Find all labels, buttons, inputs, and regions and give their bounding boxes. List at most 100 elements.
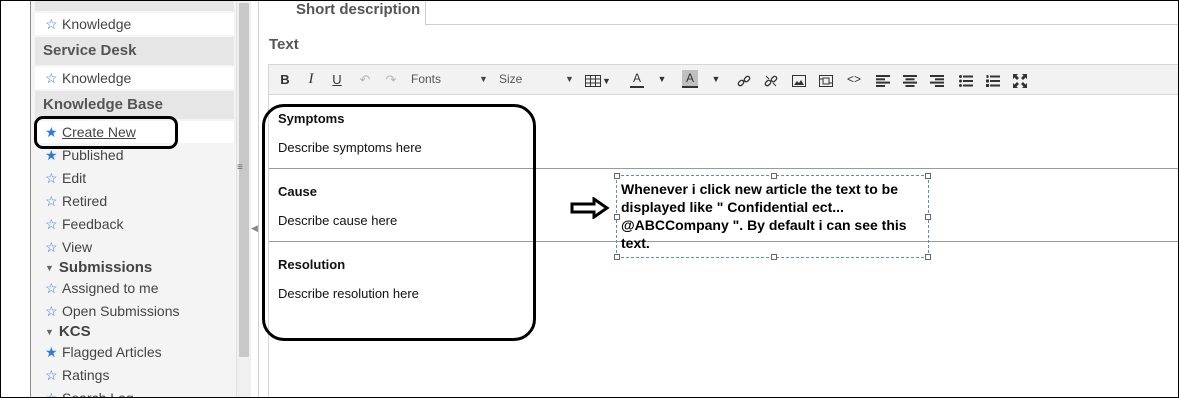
video-glyph-icon — [819, 74, 833, 87]
sidebar-item-label: Knowledge — [62, 16, 132, 32]
sidebar-item-label: Ratings — [62, 367, 110, 383]
align-center-glyph-icon — [903, 74, 917, 87]
sidebar-item-assigned-to-me[interactable]: ☆ Assigned to me — [35, 277, 234, 299]
sidebar-header-knowledge-base: Knowledge Base — [35, 91, 234, 119]
sidebar-item-label: Search Log — [62, 390, 134, 398]
left-gutter — [1, 1, 31, 397]
bold-icon[interactable]: B — [277, 65, 293, 94]
align-right-glyph-icon — [930, 74, 944, 87]
align-center-icon[interactable] — [902, 65, 918, 94]
sidebar-item-search-log[interactable]: ☆ Search Log — [35, 387, 234, 398]
chevron-down-icon[interactable]: ▼ — [656, 65, 668, 94]
resize-handle — [614, 173, 620, 179]
sidebar-header-self-service — [35, 1, 234, 11]
resize-handle — [925, 254, 931, 260]
star-outline-icon: ☆ — [45, 367, 58, 383]
sidebar-scrollbar[interactable] — [236, 1, 251, 397]
fullscreen-icon[interactable] — [1012, 65, 1028, 94]
star-outline-icon: ☆ — [45, 216, 58, 232]
short-description-input[interactable] — [425, 1, 1178, 25]
sidebar-item-label: Retired — [62, 193, 108, 209]
annotation-arrow-icon — [570, 197, 610, 219]
star-filled-icon: ★ — [45, 344, 58, 360]
sidebar-group-submissions[interactable]: ▼ Submissions — [35, 257, 234, 278]
chevron-down-icon[interactable]: ▼ — [710, 65, 722, 94]
align-left-glyph-icon — [876, 74, 890, 87]
sidebar-item-flagged-articles[interactable]: ★ Flagged Articles — [35, 341, 234, 363]
sidebar-item-label: Assigned to me — [62, 280, 159, 296]
numbered-list-icon[interactable] — [985, 65, 1001, 94]
annotation-oval-template-content — [262, 104, 536, 341]
link-glyph-icon — [737, 75, 751, 86]
font-color-icon[interactable]: A — [630, 71, 644, 88]
sidebar-item-open-submissions[interactable]: ☆ Open Submissions — [35, 300, 234, 322]
star-outline-icon: ☆ — [45, 16, 58, 32]
table-icon[interactable]: ▼ — [585, 65, 611, 94]
resize-handle — [771, 254, 777, 260]
collapse-left-icon[interactable]: ◀ — [251, 223, 258, 234]
image-glyph-icon — [792, 74, 806, 87]
unlink-icon[interactable] — [762, 65, 780, 94]
redo-icon[interactable]: ↷ — [383, 65, 399, 94]
caret-down-icon: ▼ — [45, 262, 54, 273]
size-select-value: Size — [499, 72, 523, 86]
annotation-note-box: Whenever i click new article the text to… — [614, 173, 931, 260]
sidebar-group-label: KCS — [58, 323, 91, 340]
sidebar-item-view[interactable]: ☆ View — [35, 236, 234, 258]
undo-icon[interactable]: ↶ — [357, 65, 373, 94]
sidebar-item-label: Published — [62, 147, 124, 163]
sidebar-item-label: Open Submissions — [62, 303, 180, 319]
italic-icon[interactable]: I — [303, 65, 319, 94]
splitter-grip-icon[interactable]: ≡ — [237, 162, 243, 173]
sidebar-group-kcs[interactable]: ▼ KCS — [35, 321, 234, 342]
font-color-swatch — [630, 86, 644, 88]
link-icon[interactable] — [735, 65, 753, 94]
screenshot-frame: ☆ Knowledge Service Desk ☆ Knowledge Knowl… — [0, 0, 1179, 398]
resize-handle — [925, 214, 931, 220]
short-description-label: Short description — [296, 1, 421, 18]
bg-color-glyph: A — [685, 71, 694, 85]
unlink-glyph-icon — [764, 75, 778, 86]
sidebar-nav: ☆ Knowledge Service Desk ☆ Knowledge Knowl… — [31, 1, 237, 398]
fonts-select-value: Fonts — [411, 72, 442, 86]
sidebar-item-edit[interactable]: ☆ Edit — [35, 167, 234, 189]
align-right-icon[interactable] — [929, 65, 945, 94]
sidebar-item-feedback[interactable]: ☆ Feedback — [35, 213, 234, 235]
bg-color-swatch — [682, 86, 698, 88]
align-left-icon[interactable] — [875, 65, 891, 94]
sidebar-item-service-desk-knowledge[interactable]: ☆ Knowledge — [35, 67, 234, 89]
editor-toolbar: B I U ↶ ↷ Fonts ▼ Size ▼ ▼ A ▼ A ▼ <> — [268, 64, 1178, 95]
sidebar-item-ratings[interactable]: ☆ Ratings — [35, 364, 234, 386]
caret-down-icon: ▼ — [45, 326, 54, 337]
sidebar-item-retired[interactable]: ☆ Retired — [35, 190, 234, 212]
resize-handle — [614, 254, 620, 260]
video-icon[interactable] — [817, 65, 835, 94]
sidebar-group-label: Submissions — [58, 259, 153, 276]
fullscreen-glyph-icon — [1013, 73, 1027, 88]
annotation-oval-create-new — [34, 116, 178, 149]
sidebar-item-label: View — [62, 239, 93, 255]
code-icon[interactable]: <> — [845, 65, 863, 94]
underline-icon[interactable]: U — [329, 65, 345, 94]
fonts-select[interactable]: Fonts ▼ — [411, 65, 491, 94]
sidebar-item-label: Flagged Articles — [62, 344, 162, 360]
font-color-glyph: A — [632, 71, 641, 85]
star-outline-icon: ☆ — [45, 280, 58, 296]
sidebar-item-self-service-knowledge[interactable]: ☆ Knowledge — [35, 13, 234, 35]
star-outline-icon: ☆ — [45, 70, 58, 86]
size-select[interactable]: Size ▼ — [499, 65, 579, 94]
star-outline-icon: ☆ — [45, 170, 58, 186]
image-icon[interactable] — [790, 65, 808, 94]
background-color-icon[interactable]: A — [682, 70, 698, 88]
bullet-list-glyph-icon — [959, 74, 973, 87]
chevron-down-icon: ▼ — [479, 74, 488, 84]
star-outline-icon: ☆ — [45, 239, 58, 255]
annotation-note-text: Whenever i click new article the text to… — [621, 181, 907, 251]
text-field-label: Text — [269, 36, 299, 53]
chevron-down-icon: ▼ — [565, 74, 574, 84]
star-outline-icon: ☆ — [45, 193, 58, 209]
resize-handle — [771, 173, 777, 179]
scrollbar-thumb[interactable] — [239, 3, 249, 357]
resize-handle — [925, 173, 931, 179]
bullet-list-icon[interactable] — [958, 65, 974, 94]
